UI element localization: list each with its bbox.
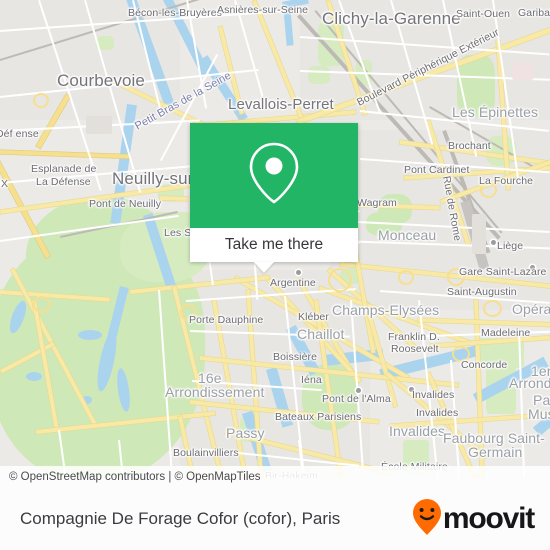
- map-station-dot: [356, 388, 361, 393]
- map-pin-icon: [246, 140, 302, 211]
- map-roundabout: [33, 93, 49, 108]
- map-roundabout: [447, 268, 465, 286]
- take-me-there-label: Take me there: [224, 236, 324, 253]
- map-attribution-bar: © OpenStreetMap contributors | © OpenMap…: [0, 466, 550, 488]
- map-building-block: [86, 116, 112, 134]
- map-roundabout-concorde: [452, 346, 470, 362]
- page-title: Compagnie De Forage Cofor (cofor), Paris: [20, 509, 341, 528]
- map-park: [308, 66, 330, 84]
- map-building-block: [472, 214, 486, 254]
- map-roundabout-etoile: [328, 268, 352, 292]
- map-lake: [78, 330, 102, 340]
- footer-bar: Compagnie De Forage Cofor (cofor), Paris…: [0, 488, 550, 550]
- map-roundabout: [398, 270, 414, 285]
- map-lake: [26, 372, 42, 381]
- callout-tail: [254, 262, 274, 273]
- callout-header: [190, 123, 358, 228]
- map-building-block: [512, 62, 534, 80]
- map-roundabout: [33, 296, 50, 313]
- take-me-there-button[interactable]: Take me there: [190, 228, 358, 262]
- map-screen: Bécon-les-Bruyères Asnières-sur-Seine Clic…: [0, 0, 550, 550]
- moovit-logo[interactable]: moovit: [412, 498, 550, 541]
- moovit-pin-smiley-icon: [412, 498, 442, 541]
- map-station-dot: [530, 265, 535, 270]
- map-station-dot: [409, 387, 414, 392]
- map-station-dot: [491, 240, 496, 245]
- attribution-text[interactable]: © OpenStreetMap contributors | © OpenMap…: [0, 471, 261, 483]
- moovit-wordmark: moovit: [442, 502, 535, 535]
- map-roundabout: [483, 300, 502, 317]
- map-callout-popup[interactable]: Take me there: [190, 123, 358, 262]
- map-roundabout: [480, 182, 497, 198]
- map-roundabout: [180, 304, 197, 321]
- map-station-dot: [296, 270, 301, 275]
